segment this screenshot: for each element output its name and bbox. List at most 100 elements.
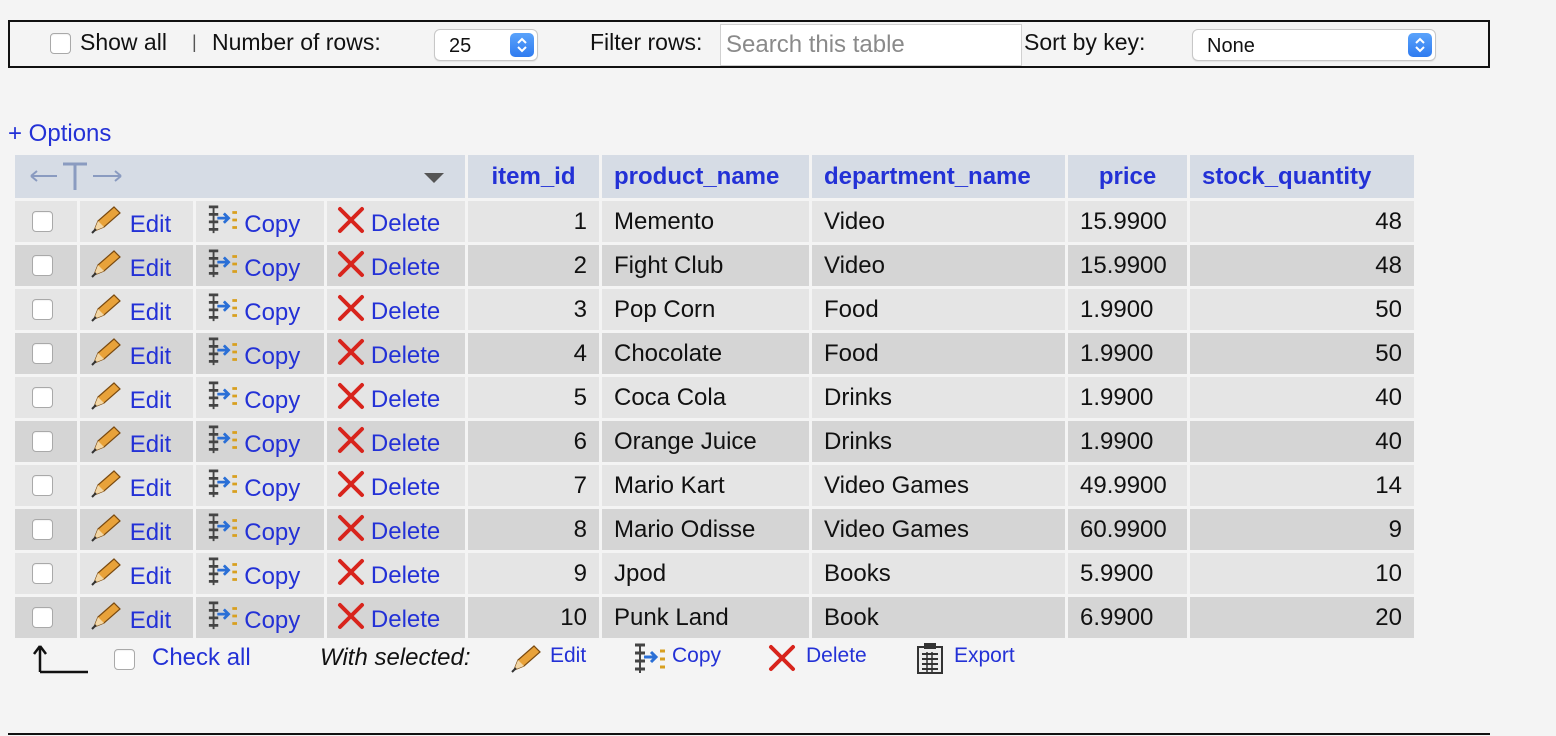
table-row: Edit Copy Delete 9 Jpod Books 5.9900 10 bbox=[12, 550, 1417, 597]
options-link[interactable]: + Options bbox=[8, 120, 111, 148]
row-checkbox[interactable] bbox=[32, 211, 53, 232]
row-checkbox[interactable] bbox=[32, 475, 53, 496]
row-copy-link[interactable]: Copy bbox=[206, 512, 300, 546]
nav-separator: | bbox=[192, 32, 197, 52]
rows-select-value: 25 bbox=[449, 35, 472, 57]
row-copy-link[interactable]: Copy bbox=[206, 556, 300, 590]
pencil-icon bbox=[90, 513, 130, 546]
sort-select-value: None bbox=[1207, 35, 1255, 57]
row-edit-link[interactable]: Edit bbox=[90, 557, 171, 590]
row-copy-link[interactable]: Copy bbox=[206, 248, 300, 282]
table-header-row: item_id product_name department_name pri… bbox=[12, 152, 1417, 201]
edit-cell: Edit bbox=[76, 242, 197, 289]
cell-product-name: Coca Cola bbox=[599, 374, 812, 421]
check-all-checkbox[interactable] bbox=[114, 649, 135, 670]
row-edit-link[interactable]: Edit bbox=[90, 205, 171, 238]
row-copy-link[interactable]: Copy bbox=[206, 424, 300, 458]
delete-label: Delete bbox=[370, 297, 441, 325]
row-copy-link[interactable]: Copy bbox=[206, 600, 300, 634]
row-copy-link[interactable]: Copy bbox=[206, 292, 300, 326]
row-checkbox[interactable] bbox=[32, 299, 53, 320]
row-delete-link[interactable]: Delete bbox=[337, 426, 440, 457]
row-delete-link[interactable]: Delete bbox=[337, 382, 440, 413]
delete-cell: Delete bbox=[323, 242, 469, 289]
pencil-icon bbox=[90, 381, 130, 414]
cell-price: 6.9900 bbox=[1065, 594, 1190, 641]
delete-x-icon bbox=[337, 602, 371, 633]
dropdown-triangle-icon[interactable] bbox=[423, 172, 445, 184]
row-checkbox[interactable] bbox=[32, 431, 53, 452]
row-delete-link[interactable]: Delete bbox=[337, 470, 440, 501]
table-row: Edit Copy Delete 5 Coca Cola Drinks 1.9900 40 bbox=[12, 374, 1417, 421]
copy-icon bbox=[206, 204, 244, 238]
footer-export-link[interactable]: Export bbox=[954, 644, 1015, 668]
filter-label: Filter rows: bbox=[590, 29, 703, 55]
row-checkbox[interactable] bbox=[32, 387, 53, 408]
row-copy-link[interactable]: Copy bbox=[206, 468, 300, 502]
select-chevron-icon bbox=[510, 33, 534, 57]
cell-department-name: Video bbox=[809, 242, 1068, 289]
row-edit-link[interactable]: Edit bbox=[90, 601, 171, 634]
cell-product-name: Memento bbox=[599, 198, 812, 245]
row-edit-link[interactable]: Edit bbox=[90, 425, 171, 458]
show-all-checkbox[interactable] bbox=[50, 33, 71, 54]
footer-edit-link[interactable]: Edit bbox=[550, 644, 586, 668]
row-edit-link[interactable]: Edit bbox=[90, 469, 171, 502]
cell-stock-quantity: 50 bbox=[1187, 330, 1417, 377]
row-edit-link[interactable]: Edit bbox=[90, 249, 171, 282]
copy-icon bbox=[206, 600, 244, 634]
cell-price: 15.9900 bbox=[1065, 242, 1190, 289]
row-delete-link[interactable]: Delete bbox=[337, 558, 440, 589]
cell-stock-quantity: 10 bbox=[1187, 550, 1417, 597]
column-header-product-name[interactable]: product_name bbox=[599, 152, 812, 201]
column-header-item-id[interactable]: item_id bbox=[465, 152, 602, 201]
cell-department-name: Book bbox=[809, 594, 1068, 641]
column-resize-arrows-icon[interactable] bbox=[29, 162, 125, 192]
footer-delete-link[interactable]: Delete bbox=[806, 644, 867, 668]
table-row: Edit Copy Delete 1 Memento Video 15.9900 48 bbox=[12, 198, 1417, 245]
row-delete-link[interactable]: Delete bbox=[337, 338, 440, 369]
cell-stock-quantity: 40 bbox=[1187, 418, 1417, 465]
column-header-price[interactable]: price bbox=[1065, 152, 1190, 201]
copy-cell: Copy bbox=[193, 550, 327, 597]
row-copy-link[interactable]: Copy bbox=[206, 380, 301, 414]
row-edit-link[interactable]: Edit bbox=[90, 337, 171, 370]
row-checkbox[interactable] bbox=[32, 255, 53, 276]
cell-department-name: Food bbox=[809, 286, 1068, 333]
row-checkbox[interactable] bbox=[32, 343, 53, 364]
delete-x-icon bbox=[337, 338, 371, 369]
delete-cell: Delete bbox=[323, 330, 469, 377]
rows-label: Number of rows: bbox=[212, 29, 381, 55]
column-controls-header bbox=[12, 152, 468, 201]
row-delete-link[interactable]: Delete bbox=[337, 206, 440, 237]
cell-item-id: 7 bbox=[465, 462, 602, 509]
row-edit-link[interactable]: Edit bbox=[90, 381, 171, 414]
row-copy-link[interactable]: Copy bbox=[206, 204, 300, 238]
row-checkbox[interactable] bbox=[32, 607, 53, 628]
cell-stock-quantity: 14 bbox=[1187, 462, 1417, 509]
check-all-link[interactable]: Check all bbox=[152, 644, 251, 672]
row-delete-link[interactable]: Delete bbox=[337, 250, 440, 281]
column-header-department-name[interactable]: department_name bbox=[809, 152, 1068, 201]
copy-icon bbox=[206, 556, 244, 590]
column-header-stock-quantity[interactable]: stock_quantity bbox=[1187, 152, 1417, 201]
row-checkbox[interactable] bbox=[32, 563, 53, 584]
row-copy-link[interactable]: Copy bbox=[206, 336, 300, 370]
row-edit-link[interactable]: Edit bbox=[90, 513, 171, 546]
row-delete-link[interactable]: Delete bbox=[337, 294, 441, 325]
edit-cell: Edit bbox=[76, 506, 197, 553]
copy-cell: Copy bbox=[193, 330, 327, 377]
results-table: item_id product_name department_name pri… bbox=[12, 152, 1417, 641]
cell-product-name: Orange Juice bbox=[599, 418, 812, 465]
row-checkbox[interactable] bbox=[32, 519, 53, 540]
row-delete-link[interactable]: Delete bbox=[337, 602, 440, 633]
row-checkbox-cell bbox=[12, 594, 80, 641]
sort-select[interactable]: None bbox=[1192, 29, 1436, 61]
filter-search-input[interactable] bbox=[720, 24, 1022, 66]
footer-copy-link[interactable]: Copy bbox=[672, 644, 721, 668]
row-edit-link[interactable]: Edit bbox=[90, 293, 171, 326]
rows-select[interactable]: 25 bbox=[434, 29, 538, 61]
row-delete-link[interactable]: Delete bbox=[337, 514, 440, 545]
copy-label: Copy bbox=[244, 386, 301, 414]
delete-x-icon bbox=[337, 294, 371, 325]
